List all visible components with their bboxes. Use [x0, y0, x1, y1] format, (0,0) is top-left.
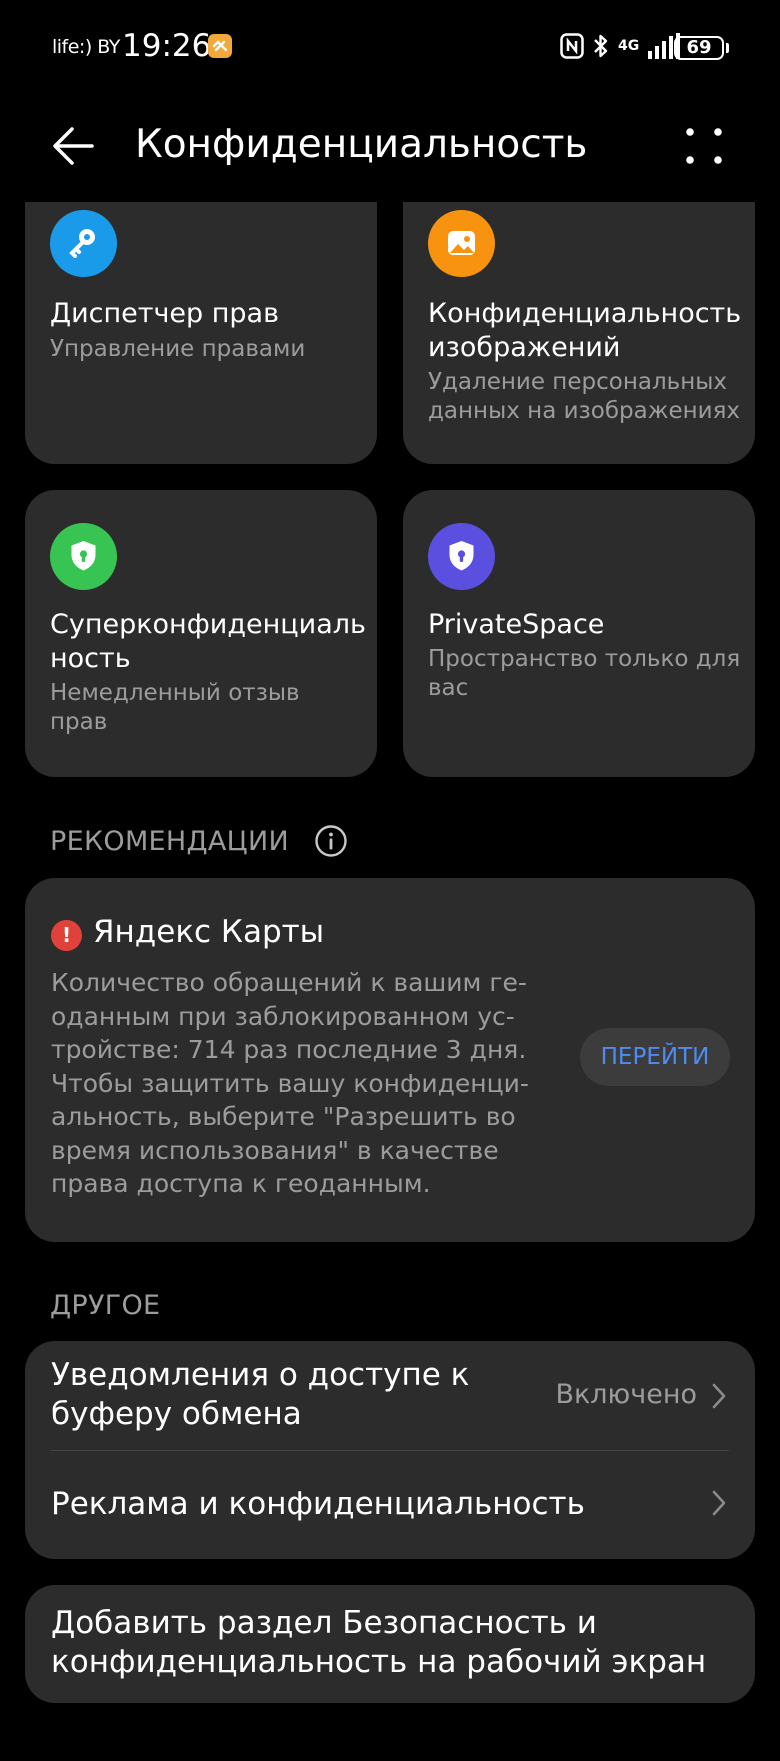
key-icon: [50, 210, 117, 277]
section-label-recommendations: РЕКОМЕНДАЦИИ: [50, 826, 289, 857]
nfc-icon: [560, 33, 584, 59]
tile-subtitle: Управление правами: [50, 336, 306, 362]
tile-title: PrivateSpace: [428, 609, 605, 640]
battery-indicator: 69: [674, 36, 724, 60]
app-bar: Конфиденциальность: [0, 100, 780, 190]
list-item-ads-privacy[interactable]: Реклама и конфиденциальность: [25, 1451, 755, 1559]
tile-subtitle: Пространство только для вас: [428, 646, 741, 701]
clock: 19:26: [122, 28, 212, 64]
go-button[interactable]: ПЕРЕЙТИ: [580, 1028, 730, 1086]
status-icons: 4G: [560, 32, 681, 60]
status-bar: life:) BY 19:26 4G 69: [0, 0, 780, 96]
add-to-home-screen-button[interactable]: Добавить раздел Безопасность и конфиденц…: [25, 1585, 755, 1703]
recommendation-card: ! Яндекс Карты Количество обращений к ва…: [25, 878, 755, 1242]
info-button[interactable]: [314, 824, 348, 858]
tile-super-privacy[interactable]: Суперконфиденциаль ность Немедленный отз…: [25, 490, 377, 777]
chevron-right-icon: [712, 1490, 726, 1516]
tile-permission-manager[interactable]: Диспетчер прав Управление правами: [25, 202, 377, 464]
tile-title: Диспетчер прав: [50, 298, 280, 329]
shield-lock-icon: [428, 523, 495, 590]
bluetooth-icon: [594, 34, 608, 58]
shield-lock-icon: [50, 523, 117, 590]
tile-image-privacy[interactable]: Конфиденциальность изображений Удаление …: [403, 202, 755, 464]
section-label-other: ДРУГОЕ: [50, 1290, 161, 1321]
tile-title: Суперконфиденциаль ность: [50, 609, 366, 674]
image-icon: [428, 210, 495, 277]
alert-icon: !: [51, 920, 82, 951]
battery-tip: [726, 43, 729, 53]
add-to-home-screen-label: Добавить раздел Безопасность и конфиденц…: [51, 1605, 707, 1680]
section-label-text: РЕКОМЕНДАЦИИ: [50, 826, 289, 857]
other-settings-list: Уведомления о доступе к буферу обмена Вк…: [25, 1341, 755, 1559]
chevron-right-icon: [712, 1383, 726, 1409]
tile-title: Конфиденциальность изображений: [428, 298, 742, 363]
tile-private-space[interactable]: PrivateSpace Пространство только для вас: [403, 490, 755, 777]
back-button[interactable]: [46, 118, 102, 174]
tile-subtitle: Удаление персональных данных на изображе…: [428, 369, 741, 424]
page-title: Конфиденциальность: [135, 122, 588, 167]
more-options-button[interactable]: [676, 118, 732, 174]
notification-app-icon: [208, 34, 232, 58]
carrier-label: life:) BY: [52, 36, 120, 58]
recommendation-text: Количество обращений к вашим ге- оданным…: [51, 968, 529, 1198]
row-title: Реклама и конфиденциальность: [51, 1486, 585, 1522]
tile-subtitle: Немедленный отзыв прав: [50, 680, 300, 735]
recommendation-app-name: Яндекс Карты: [93, 914, 325, 950]
row-title: Уведомления о доступе к буферу обмена: [51, 1357, 470, 1432]
row-value: Включено: [555, 1379, 697, 1410]
list-item-clipboard-notifications[interactable]: Уведомления о доступе к буферу обмена Вк…: [25, 1341, 755, 1450]
arrow-left-icon: [53, 127, 94, 165]
info-icon: [315, 825, 347, 857]
more-dots-icon: [686, 128, 722, 164]
network-type-label: 4G: [618, 38, 640, 54]
